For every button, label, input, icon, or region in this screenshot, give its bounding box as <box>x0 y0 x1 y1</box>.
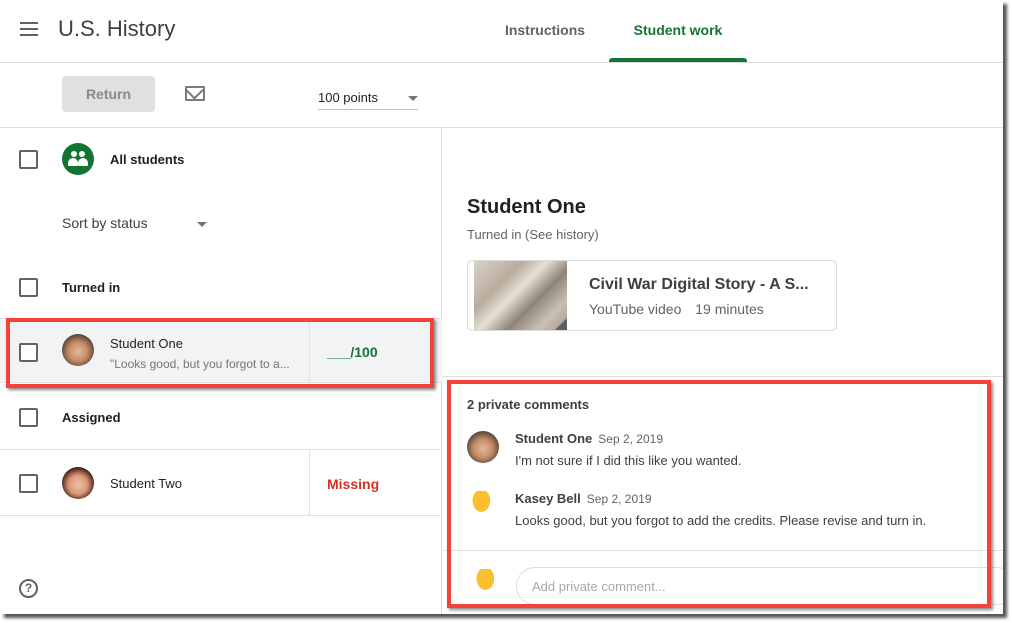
student-checkbox[interactable] <box>19 343 38 362</box>
class-title: U.S. History <box>58 16 176 41</box>
student-name: Student One <box>110 336 183 351</box>
mail-icon[interactable] <box>185 86 205 101</box>
author-name: Kasey Bell <box>515 491 581 506</box>
video-thumbnail <box>474 261 567 330</box>
all-students-row: All students <box>0 128 442 192</box>
tab-student-work[interactable]: Student work <box>609 0 747 63</box>
comment-text: I'm not sure if I did this like you want… <box>515 453 742 468</box>
author-name: Student One <box>515 431 593 446</box>
section-label: Assigned <box>62 410 121 425</box>
sort-value: Sort by status <box>62 215 148 231</box>
section-assigned: Assigned <box>0 384 442 450</box>
active-tab-indicator <box>609 58 747 62</box>
comments-count: 2 private comments <box>467 397 590 412</box>
sort-dropdown[interactable]: Sort by status <box>62 215 207 235</box>
classroom-window: U.S. History Instructions Student work R… <box>0 0 1003 614</box>
private-comments-section: 2 private comments Student One Sep 2, 201… <box>443 376 1003 614</box>
group-icon <box>62 143 94 175</box>
student-name: Student Two <box>110 476 183 491</box>
comment-date: Sep 2, 2019 <box>586 492 652 506</box>
turned-in-status[interactable]: Turned in (See history) <box>467 227 599 242</box>
comment-snippet: "Looks good, but you forgot to a... <box>110 357 290 371</box>
grade-cell[interactable]: Missing <box>309 450 442 515</box>
attachment-title: Civil War Digital Story - A S... <box>589 276 809 293</box>
student-list-pane: All students Sort by status Turned in St… <box>0 128 442 614</box>
grade-cell[interactable]: ___/100 <box>309 319 442 382</box>
chevron-down-icon <box>408 96 418 101</box>
student-detail-pane: Student One Turned in (See history) Civi… <box>443 128 1003 614</box>
tab-instructions[interactable]: Instructions <box>490 0 600 63</box>
points-value: 100 points <box>318 90 378 105</box>
comment-author: Kasey Bell Sep 2, 2019 <box>515 491 652 506</box>
assigned-checkbox[interactable] <box>19 408 38 427</box>
divider <box>443 550 1003 551</box>
all-students-label: All students <box>110 152 185 167</box>
all-students-checkbox[interactable] <box>19 150 38 169</box>
student-avatar <box>62 334 94 366</box>
return-button[interactable]: Return <box>62 76 155 112</box>
chevron-down-icon <box>197 222 207 227</box>
attachment-type: YouTube video <box>589 301 682 317</box>
teacher-avatar <box>467 491 499 523</box>
attachment-card[interactable]: Civil War Digital Story - A S... YouTube… <box>467 260 837 331</box>
comment-item: Kasey Bell Sep 2, 2019 Looks good, but yo… <box>467 491 987 535</box>
points-dropdown[interactable]: 100 points <box>318 88 418 110</box>
student-row[interactable]: Student One "Looks good, but you forgot … <box>0 318 442 383</box>
attachment-duration: 19 minutes <box>695 301 764 317</box>
commenter-avatar <box>467 431 499 463</box>
toolbar: Return 100 points <box>0 63 1003 128</box>
turned-in-checkbox[interactable] <box>19 278 38 297</box>
student-row[interactable]: Student Two Missing <box>0 450 442 516</box>
hamburger-menu-icon[interactable] <box>20 22 40 38</box>
comment-author: Student One Sep 2, 2019 <box>515 431 663 446</box>
student-avatar <box>62 467 94 499</box>
teacher-avatar <box>471 569 503 601</box>
private-comment-input[interactable] <box>516 567 1003 605</box>
section-turned-in: Turned in <box>0 258 442 318</box>
attachment-meta: YouTube video 19 minutes <box>589 301 774 317</box>
comment-text: Looks good, but you forgot to add the cr… <box>515 513 927 528</box>
detail-student-name: Student One <box>467 196 586 218</box>
help-icon[interactable]: ? <box>19 579 38 598</box>
comment-date: Sep 2, 2019 <box>598 432 664 446</box>
missing-status: Missing <box>327 476 380 492</box>
grade-input[interactable]: ___/100 <box>327 344 378 360</box>
top-header: U.S. History Instructions Student work <box>0 0 1003 63</box>
section-label: Turned in <box>62 280 121 295</box>
student-checkbox[interactable] <box>19 474 38 493</box>
comment-item: Student One Sep 2, 2019 I'm not sure if I… <box>467 431 987 475</box>
